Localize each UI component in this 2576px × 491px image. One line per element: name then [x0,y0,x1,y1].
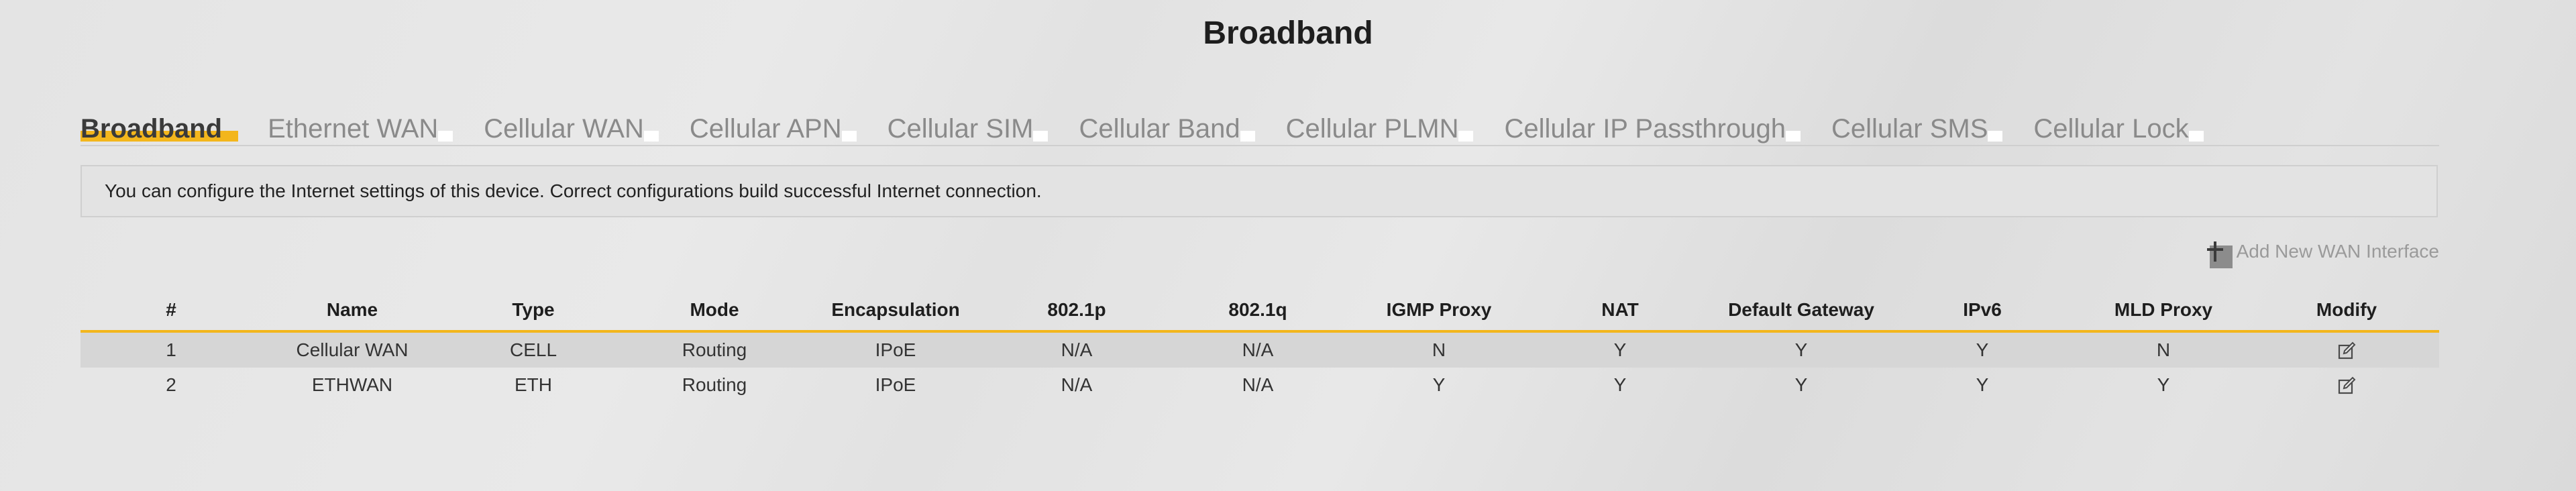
info-message: You can configure the Internet settings … [80,165,2438,217]
cell-mld-proxy: Y [2157,374,2170,395]
column-header: 802.1q [1167,290,1348,333]
tab-label: Broadband [80,114,223,144]
tab-cellular-sim[interactable]: Cellular SIM [887,113,1049,144]
cell-encapsulation: IPoE [875,374,916,395]
cell-type: CELL [443,331,624,368]
column-header: IPv6 [1892,290,2073,333]
plus-icon [2206,241,2233,268]
tab-broadband[interactable]: Broadband [80,113,239,144]
cell-nat: Y [1529,331,1711,368]
column-header: Encapsulation [805,290,986,333]
cell-8021p: N/A [1061,374,1093,395]
column-header: Name [262,290,443,333]
column-header: IGMP Proxy [1348,290,1529,333]
tab-label: Cellular WAN [484,114,644,144]
tab-cellular-sms[interactable]: Cellular SMS [1831,113,2003,144]
cell-name: Cellular WAN [262,331,443,368]
wan-interface-table: # Name Type Mode Encapsulation 802.1p 80… [80,290,2439,402]
cell-index: 1 [80,331,262,368]
tab-label: Cellular SMS [1831,114,1988,144]
edit-icon[interactable] [2337,376,2357,396]
tab-label: Cellular Band [1079,114,1240,144]
cell-ipv6: Y [1892,331,2073,368]
tab-cellular-band[interactable]: Cellular Band [1079,113,1255,144]
tab-label: Cellular SIM [887,114,1034,144]
page-title: Broadband [1203,15,1373,51]
table-row: 2 ETHWAN ETH Routing IPoE N/A N/A Y Y Y … [80,368,2439,402]
tab-bar: Broadband Ethernet WAN Cellular WAN Cell… [80,111,2235,144]
tab-ethernet-wan[interactable]: Ethernet WAN [268,113,453,144]
tab-cellular-plmn[interactable]: Cellular PLMN [1285,113,1474,144]
column-header: Mode [624,290,805,333]
tab-divider [80,145,2439,146]
info-text: You can configure the Internet settings … [105,180,1042,201]
cell-default-gateway: Y [1794,374,1808,395]
cell-mld-proxy: N [2073,331,2254,368]
cell-8021q: N/A [1242,374,1274,395]
cell-name: ETHWAN [311,374,393,395]
column-header: 802.1p [986,290,1167,333]
tab-cellular-wan[interactable]: Cellular WAN [484,113,659,144]
cell-type: ETH [515,374,552,395]
column-header: # [80,290,262,333]
tab-cellular-lock[interactable]: Cellular Lock [2033,113,2204,144]
cell-modify [2254,368,2439,402]
add-wan-interface-button[interactable]: Add New WAN Interface [2206,240,2439,268]
tab-label: Cellular PLMN [1285,114,1459,144]
cell-default-gateway: Y [1711,331,1892,368]
tab-cellular-ip-passthrough[interactable]: Cellular IP Passthrough [1504,113,1801,144]
cell-igmp-proxy: N [1348,331,1529,368]
cell-mode: Routing [682,374,747,395]
column-header: MLD Proxy [2073,290,2254,333]
tab-label: Ethernet WAN [268,114,439,144]
table-row: 1 Cellular WAN CELL Routing IPoE N/A N/A… [80,331,2439,368]
cell-ipv6: Y [1976,374,1989,395]
column-header: NAT [1529,290,1711,333]
tab-label: Cellular IP Passthrough [1504,114,1786,144]
add-wan-label: Add New WAN Interface [2236,241,2439,262]
edit-icon[interactable] [2337,341,2357,361]
cell-8021q: N/A [1167,331,1348,368]
column-header: Default Gateway [1711,290,1892,333]
column-header: Type [443,290,624,333]
table-header-row: # Name Type Mode Encapsulation 802.1p 80… [80,290,2439,333]
tab-label: Cellular Lock [2033,114,2189,144]
cell-encapsulation: IPoE [805,331,986,368]
cell-index: 2 [166,374,176,395]
cell-igmp-proxy: Y [1432,374,1446,395]
cell-nat: Y [1613,374,1627,395]
tab-cellular-apn[interactable]: Cellular APN [689,113,857,144]
cell-modify [2254,331,2439,368]
cell-8021p: N/A [986,331,1167,368]
tab-label: Cellular APN [689,114,842,144]
cell-mode: Routing [624,331,805,368]
column-header: Modify [2254,290,2439,333]
